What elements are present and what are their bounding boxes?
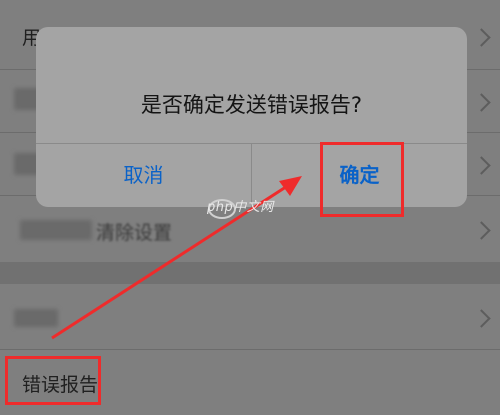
chevron-right-icon bbox=[472, 309, 491, 328]
section-divider bbox=[0, 262, 500, 284]
settings-row-5[interactable] bbox=[0, 284, 500, 350]
dialog-title: 是否确定发送错误报告? bbox=[140, 93, 363, 117]
blurred-label bbox=[20, 220, 92, 240]
blurred-label bbox=[14, 309, 58, 327]
chevron-right-icon bbox=[472, 28, 491, 47]
settings-row-4-label: 清除设置 bbox=[96, 222, 173, 244]
error-report-highlight-box bbox=[5, 356, 101, 405]
chevron-right-icon bbox=[472, 156, 491, 175]
watermark: php中文网 bbox=[207, 200, 274, 215]
chevron-right-icon bbox=[472, 93, 491, 112]
chevron-right-icon bbox=[472, 221, 491, 240]
confirm-highlight-box bbox=[320, 142, 404, 217]
